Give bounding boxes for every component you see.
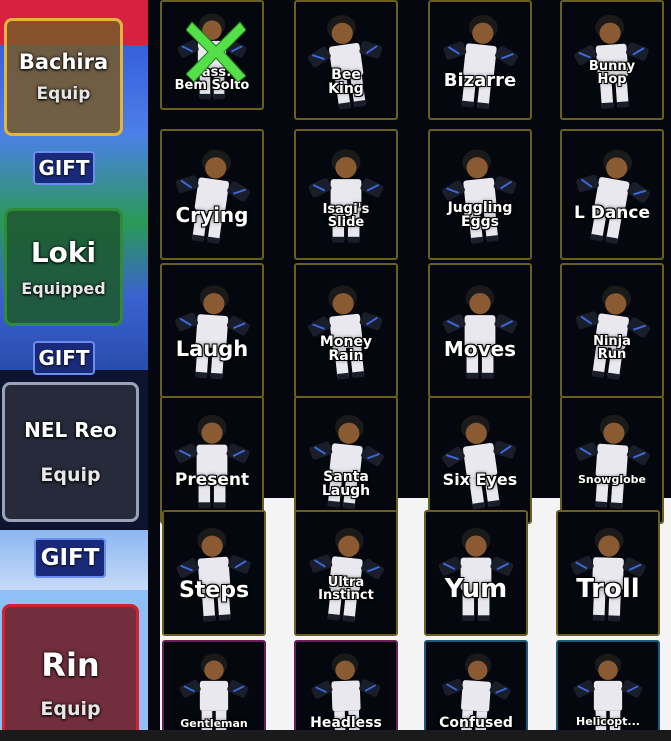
- emote-label: Isagi's Slide: [322, 202, 370, 230]
- character-card-bachira[interactable]: Bachira Equip: [4, 18, 123, 136]
- emote-label: Helicopt...: [576, 715, 640, 728]
- emote-label: Yum: [444, 574, 508, 604]
- emote-grid: Pass: Bem Solto Bee King Bizarre Bunny H…: [148, 0, 671, 741]
- avatar-figure: [438, 527, 514, 622]
- emote-tile[interactable]: Moves: [428, 263, 532, 398]
- emote-tile[interactable]: Gentleman: [162, 640, 266, 741]
- emote-tile[interactable]: Juggling Eggs: [428, 129, 532, 260]
- emote-tile[interactable]: Bee King: [294, 0, 398, 120]
- emote-label: Six Eyes: [442, 470, 518, 489]
- character-sidebar: Bachira Equip GIFT Loki Equipped GIFT NE…: [0, 0, 150, 741]
- emote-tile[interactable]: Bizarre: [428, 0, 532, 120]
- gift-button[interactable]: GIFT: [33, 341, 95, 375]
- avatar-figure: [175, 285, 250, 380]
- emote-label: Gentleman: [180, 717, 248, 730]
- emote-tile[interactable]: Steps: [162, 510, 266, 636]
- emote-tile[interactable]: Isagi's Slide: [294, 129, 398, 260]
- avatar-figure: [308, 149, 384, 243]
- character-name: Loki: [30, 236, 97, 269]
- emote-tile[interactable]: Troll: [556, 510, 660, 636]
- emote-tile[interactable]: Helicopt...: [556, 640, 660, 741]
- avatar-figure: [309, 414, 384, 510]
- emote-tile[interactable]: Bunny Hop: [560, 0, 664, 120]
- emote-label: Crying: [175, 203, 249, 227]
- character-name: Rin: [41, 646, 100, 684]
- avatar-figure: [174, 414, 250, 509]
- gift-button[interactable]: GIFT: [34, 538, 106, 578]
- equip-button[interactable]: Equip: [37, 84, 91, 104]
- avatar-figure: [307, 15, 383, 110]
- avatar-figure: [176, 527, 251, 622]
- avatar-figure: [442, 285, 518, 379]
- bottom-bar: [0, 730, 671, 741]
- x-close-icon[interactable]: [185, 18, 247, 83]
- character-name: NEL Reo: [24, 418, 117, 442]
- avatar-figure: [443, 14, 518, 110]
- equipped-status[interactable]: Equipped: [21, 279, 105, 298]
- emote-tile[interactable]: Headless: [294, 640, 398, 741]
- emote-label: L Dance: [573, 203, 651, 223]
- emote-tile[interactable]: Money Rain: [294, 263, 398, 398]
- emote-label: Money Rain: [319, 334, 373, 364]
- avatar-figure: [570, 527, 646, 622]
- emote-label: Bunny Hop: [588, 59, 636, 87]
- equip-button[interactable]: Equip: [40, 698, 100, 720]
- emote-label: Steps: [178, 578, 250, 603]
- emote-label: Bee King: [328, 67, 364, 97]
- avatar-figure: [575, 414, 650, 509]
- emote-label: Juggling Eggs: [447, 200, 513, 230]
- character-card-rin[interactable]: Rin Equip: [2, 604, 139, 741]
- emote-label: Troll: [576, 574, 640, 604]
- avatar-figure: [175, 149, 251, 244]
- emote-tile[interactable]: L Dance: [560, 129, 664, 260]
- emote-label: Confused: [439, 715, 513, 731]
- emote-tile[interactable]: Six Eyes: [428, 396, 532, 524]
- character-name: Bachira: [18, 50, 109, 74]
- emote-tile[interactable]: Ninja Run: [560, 263, 664, 398]
- emote-tile[interactable]: Present: [160, 396, 264, 524]
- emote-tile[interactable]: Snowglobe: [560, 396, 664, 524]
- avatar-figure: [308, 285, 383, 380]
- emote-label: Headless: [310, 715, 382, 731]
- emote-label: Ultra Instinct: [318, 575, 374, 603]
- character-card-loki[interactable]: Loki Equipped: [4, 208, 123, 326]
- avatar-figure: [576, 149, 651, 245]
- emote-label: Santa Laugh: [321, 469, 371, 499]
- emote-tile[interactable]: Yum: [424, 510, 528, 636]
- gift-button[interactable]: GIFT: [33, 151, 95, 185]
- avatar-figure: [309, 527, 384, 623]
- emote-label: Snowglobe: [577, 473, 646, 486]
- emote-tile[interactable]: Confused: [424, 640, 528, 741]
- emote-tile[interactable]: Santa Laugh: [294, 396, 398, 524]
- character-card-nel-reo[interactable]: NEL Reo Equip: [2, 382, 139, 522]
- equip-button[interactable]: Equip: [40, 464, 100, 486]
- emote-label: Bizarre: [443, 70, 517, 91]
- emote-label: Moves: [443, 337, 517, 361]
- avatar-figure: [442, 149, 517, 244]
- emote-label: Laugh: [175, 337, 249, 361]
- avatar-figure: [441, 415, 517, 510]
- avatar-figure: [575, 285, 651, 380]
- emote-tile[interactable]: Laugh: [160, 263, 264, 398]
- emote-tile[interactable]: Crying: [160, 129, 264, 260]
- emote-label: Ninja Run: [593, 334, 631, 362]
- emote-tile[interactable]: Ultra Instinct: [294, 510, 398, 636]
- emote-label: Present: [174, 470, 250, 490]
